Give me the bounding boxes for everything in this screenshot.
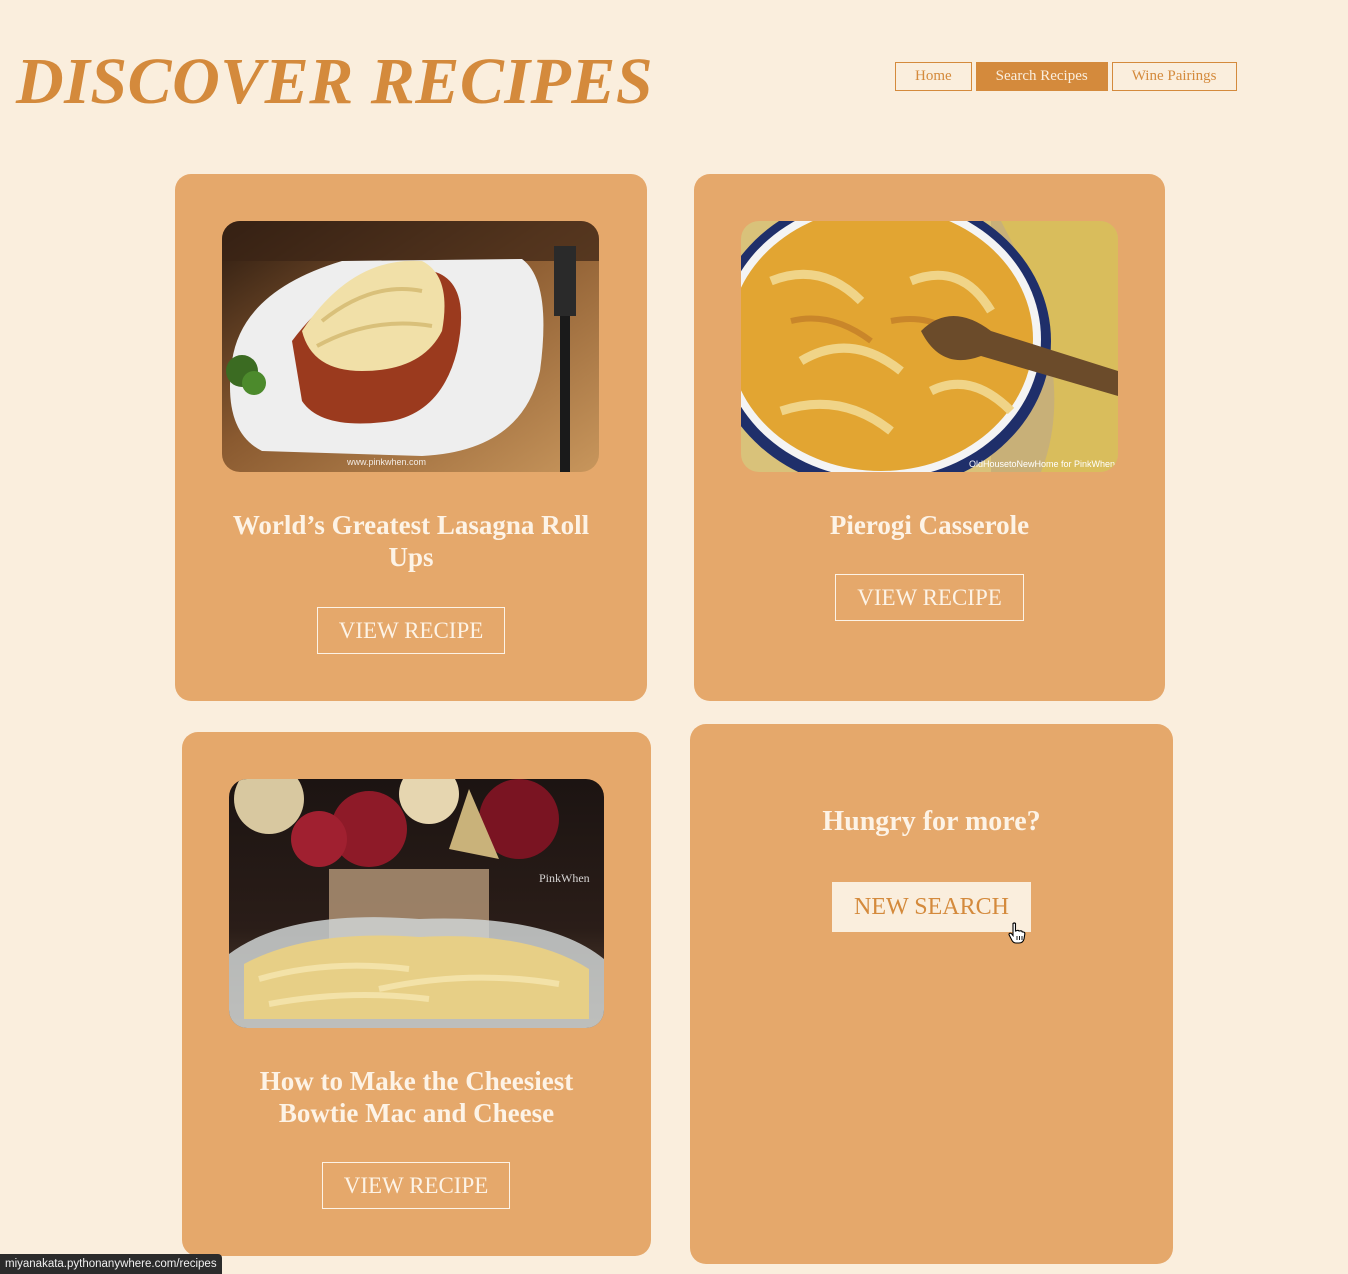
top-nav: Home Search Recipes Wine Pairings: [895, 62, 1237, 91]
hungry-for-more-title: Hungry for more?: [822, 806, 1041, 837]
new-search-button[interactable]: NEW SEARCH: [832, 882, 1031, 932]
nav-wine-pairings-button[interactable]: Wine Pairings: [1111, 62, 1237, 91]
view-recipe-button[interactable]: VIEW RECIPE: [317, 607, 505, 654]
recipe-card-pierogi: OldHousetoNewHome for PinkWhen Pierogi C…: [694, 174, 1165, 701]
status-bar-url: miyanakata.pythonanywhere.com/recipes: [0, 1254, 222, 1274]
site-title: DISCOVER RECIPES: [16, 45, 654, 118]
hungry-for-more-card: Hungry for more? NEW SEARCH: [690, 724, 1173, 1264]
photo-watermark: PinkWhen: [539, 871, 590, 885]
nav-home-button[interactable]: Home: [895, 62, 972, 91]
nav-search-recipes-button[interactable]: Search Recipes: [975, 62, 1108, 91]
recipe-photo-pierogi: OldHousetoNewHome for PinkWhen: [741, 221, 1118, 472]
view-recipe-button[interactable]: VIEW RECIPE: [322, 1162, 510, 1209]
recipe-photo-mac-and-cheese: PinkWhen: [229, 779, 604, 1028]
recipe-title: World’s Greatest Lasagna Roll Ups: [232, 510, 590, 572]
page: DISCOVER RECIPES Home Search Recipes Win…: [0, 0, 1348, 1274]
photo-watermark: www.pinkwhen.com: [346, 457, 426, 467]
recipe-card-mac-and-cheese: PinkWhen How to Make the Cheesiest Bowti…: [182, 732, 651, 1256]
recipe-card-lasagna: www.pinkwhen.com World’s Greatest Lasagn…: [175, 174, 647, 701]
photo-watermark: OldHousetoNewHome for PinkWhen: [969, 459, 1115, 469]
recipe-photo-lasagna: www.pinkwhen.com: [222, 221, 599, 472]
recipe-title: How to Make the Cheesiest Bowtie Mac and…: [259, 1066, 574, 1128]
hand-cursor-icon: [1008, 922, 1026, 944]
recipe-title: Pierogi Casserole: [829, 510, 1030, 540]
view-recipe-button[interactable]: VIEW RECIPE: [835, 574, 1024, 621]
